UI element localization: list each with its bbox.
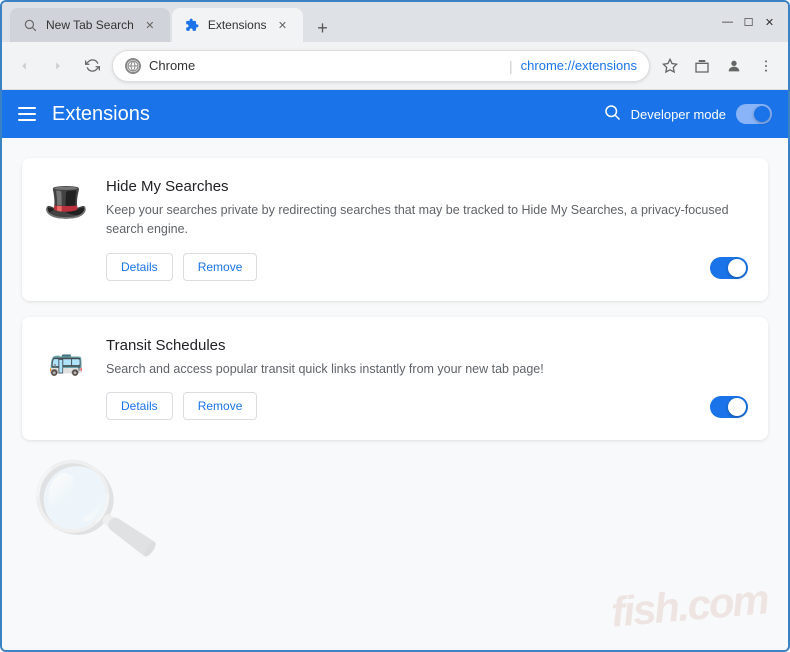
window-controls: — ☐ ✕ xyxy=(721,16,780,29)
close-button[interactable]: ✕ xyxy=(763,16,776,29)
ext-transit-schedules-name: Transit Schedules xyxy=(106,337,748,354)
ext-transit-schedules-toggle-wrap xyxy=(710,396,748,420)
hamburger-line-2 xyxy=(18,113,36,115)
reload-button[interactable] xyxy=(78,52,106,80)
ext-hide-my-searches-actions: Details Remove xyxy=(106,253,748,281)
forward-button[interactable] xyxy=(44,52,72,80)
search-icon[interactable] xyxy=(603,103,621,126)
extensions-header: Extensions Developer mode xyxy=(2,90,788,138)
developer-mode-toggle-knob xyxy=(754,106,770,122)
extension-card-transit-schedules: 🚌 Transit Schedules Search and access po… xyxy=(22,317,768,441)
omnibox-url: chrome://extensions xyxy=(521,58,637,73)
ext-hide-my-searches-description: Keep your searches private by redirectin… xyxy=(106,201,748,239)
developer-mode-label: Developer mode xyxy=(631,107,726,122)
tab-extensions-close[interactable]: ✕ xyxy=(275,17,291,33)
extension-button[interactable] xyxy=(688,52,716,80)
extensions-content: 🔍 fish.com 🎩 Hide My Searches Keep your … xyxy=(2,138,788,650)
omnibox-actions xyxy=(656,52,780,80)
tab-extensions-icon xyxy=(184,17,200,33)
ext-transit-schedules-actions: Details Remove xyxy=(106,392,748,420)
ext-hide-my-searches-toggle-knob xyxy=(728,259,746,277)
site-icon xyxy=(125,58,141,74)
hamburger-menu[interactable] xyxy=(18,107,36,121)
tabs-container: New Tab Search ✕ Extensions ✕ + xyxy=(10,2,721,42)
ext-hide-my-searches-icon: 🎩 xyxy=(42,178,90,226)
extension-card-hide-my-searches: 🎩 Hide My Searches Keep your searches pr… xyxy=(22,158,768,301)
bookmark-button[interactable] xyxy=(656,52,684,80)
developer-mode-section: Developer mode xyxy=(603,103,772,126)
more-button[interactable] xyxy=(752,52,780,80)
ext-hide-my-searches-toggle[interactable] xyxy=(710,257,748,279)
tab-extensions-label: Extensions xyxy=(208,18,267,32)
browser-window: New Tab Search ✕ Extensions ✕ + — ☐ ✕ xyxy=(0,0,790,652)
ext-hide-my-searches-body: Hide My Searches Keep your searches priv… xyxy=(106,178,748,281)
tab-search-icon xyxy=(22,17,38,33)
profile-button[interactable] xyxy=(720,52,748,80)
tab-new-tab-search[interactable]: New Tab Search ✕ xyxy=(10,8,170,42)
ext-transit-schedules-description: Search and access popular transit quick … xyxy=(106,360,748,379)
omnibox-bar: Chrome | chrome://extensions xyxy=(2,42,788,90)
tab-extensions[interactable]: Extensions ✕ xyxy=(172,8,303,42)
tab-new-tab-search-label: New Tab Search xyxy=(46,18,134,32)
title-bar: New Tab Search ✕ Extensions ✕ + — ☐ ✕ xyxy=(2,2,788,42)
ext-hide-my-searches-remove-button[interactable]: Remove xyxy=(183,253,258,281)
hamburger-line-1 xyxy=(18,107,36,109)
ext-hide-my-searches-toggle-wrap xyxy=(710,257,748,281)
ext-hide-my-searches-details-button[interactable]: Details xyxy=(106,253,173,281)
ext-transit-schedules-toggle[interactable] xyxy=(710,396,748,418)
hamburger-line-3 xyxy=(18,119,36,121)
new-tab-button[interactable]: + xyxy=(309,14,337,42)
minimize-button[interactable]: — xyxy=(721,16,734,29)
watermark-text: fish.com xyxy=(610,575,770,636)
ext-transit-schedules-details-button[interactable]: Details xyxy=(106,392,173,420)
site-name: Chrome xyxy=(149,58,501,73)
ext-transit-schedules-toggle-knob xyxy=(728,398,746,416)
omnibox-separator: | xyxy=(509,58,513,74)
ext-hide-my-searches-name: Hide My Searches xyxy=(106,178,748,195)
ext-transit-schedules-body: Transit Schedules Search and access popu… xyxy=(106,337,748,421)
developer-mode-toggle[interactable] xyxy=(736,104,772,124)
ext-transit-schedules-remove-button[interactable]: Remove xyxy=(183,392,258,420)
maximize-button[interactable]: ☐ xyxy=(742,16,755,29)
extensions-page-title: Extensions xyxy=(52,103,603,126)
watermark-icon: 🔍 xyxy=(23,443,166,580)
omnibox[interactable]: Chrome | chrome://extensions xyxy=(112,50,650,82)
ext-transit-schedules-icon: 🚌 xyxy=(42,337,90,385)
back-button[interactable] xyxy=(10,52,38,80)
tab-new-tab-search-close[interactable]: ✕ xyxy=(142,17,158,33)
